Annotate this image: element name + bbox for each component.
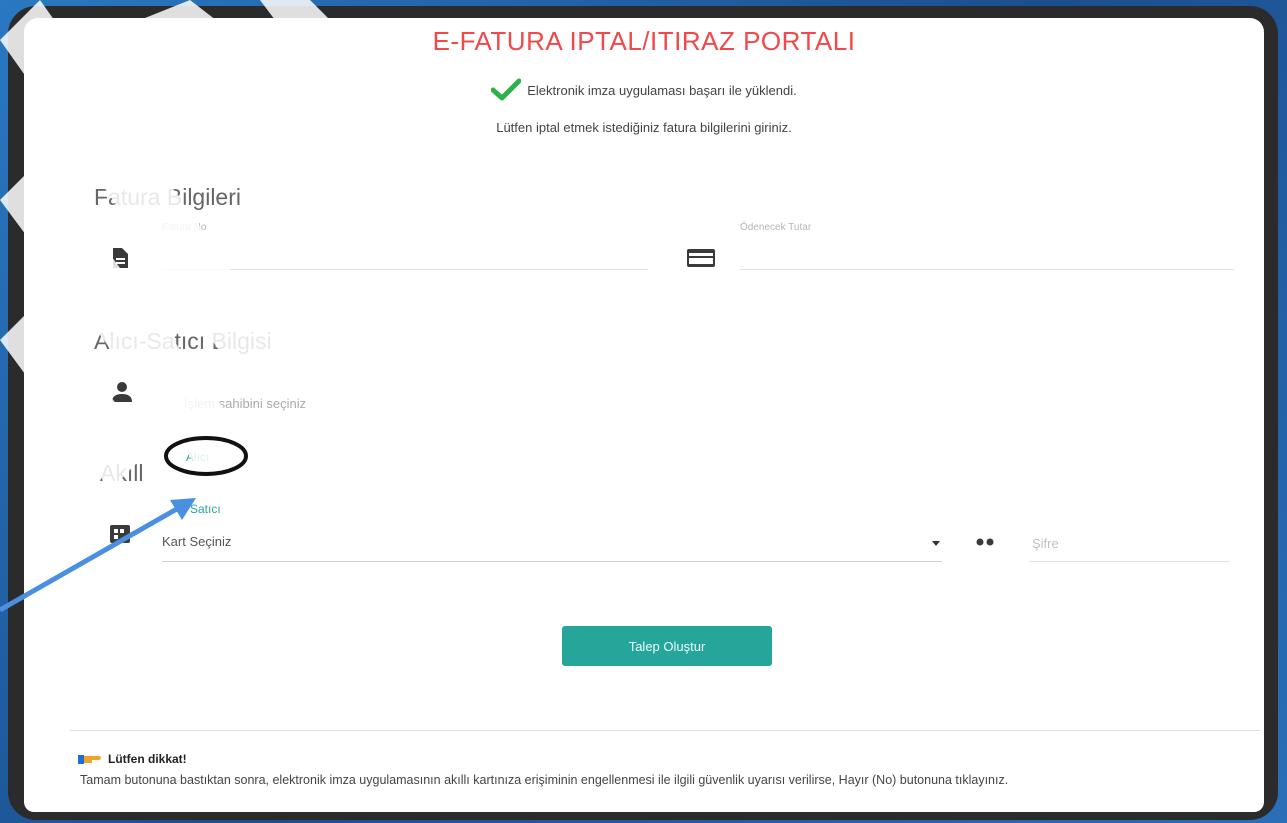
notice-body: Tamam butonuna bastıktan sonra, elektron… xyxy=(80,773,1009,787)
checkmark-icon xyxy=(491,78,522,101)
create-request-button[interactable]: Talep Oluştur xyxy=(562,626,772,666)
option-alici[interactable]: Alıcı xyxy=(186,450,209,464)
success-message: Elektronik imza uygulaması başarı ile yü… xyxy=(24,78,1264,102)
chevron-down-icon xyxy=(932,541,940,546)
pin-field[interactable]: Şifre xyxy=(1030,532,1230,562)
smartcard-section-title: Akıll xyxy=(100,460,144,486)
party-select-placeholder[interactable]: İşlem sahibini seçiniz xyxy=(184,396,306,411)
credit-card-icon xyxy=(687,249,715,267)
party-section-title: Alıcı-Satıcı Bilgisi xyxy=(94,328,272,354)
instruction-text: Lütfen iptal etmek istediğiniz fatura bi… xyxy=(496,120,792,135)
amount-label: Ödenecek Tutar xyxy=(740,222,812,233)
device-frame: E-FATURA IPTAL/ITIRAZ PORTALI Elektronik… xyxy=(8,6,1278,820)
portal-screen: E-FATURA IPTAL/ITIRAZ PORTALI Elektronik… xyxy=(24,18,1264,812)
smartcard-icon xyxy=(110,525,130,543)
option-satici[interactable]: Satıcı xyxy=(190,502,221,516)
amount-field[interactable]: Ödenecek Tutar xyxy=(740,218,1234,270)
person-icon xyxy=(112,382,132,402)
invoice-number-field[interactable]: Fatura No xyxy=(162,218,648,270)
key-icon xyxy=(976,538,994,546)
invoice-number-label: Fatura No xyxy=(162,222,207,233)
divider xyxy=(70,730,1260,731)
pin-placeholder: Şifre xyxy=(1032,536,1059,551)
notice-heading: Lütfen dikkat! xyxy=(78,752,187,766)
page-title: E-FATURA IPTAL/ITIRAZ PORTALI xyxy=(432,26,856,56)
notice-heading-text: Lütfen dikkat! xyxy=(108,752,187,766)
invoice-section-title: Fatura Bilgileri xyxy=(94,184,241,210)
card-select[interactable]: Kart Seçiniz xyxy=(162,532,942,562)
pointing-hand-icon xyxy=(78,755,101,764)
success-text: Elektronik imza uygulaması başarı ile yü… xyxy=(527,82,797,98)
card-select-value: Kart Seçiniz xyxy=(162,534,232,549)
document-icon xyxy=(113,248,128,268)
